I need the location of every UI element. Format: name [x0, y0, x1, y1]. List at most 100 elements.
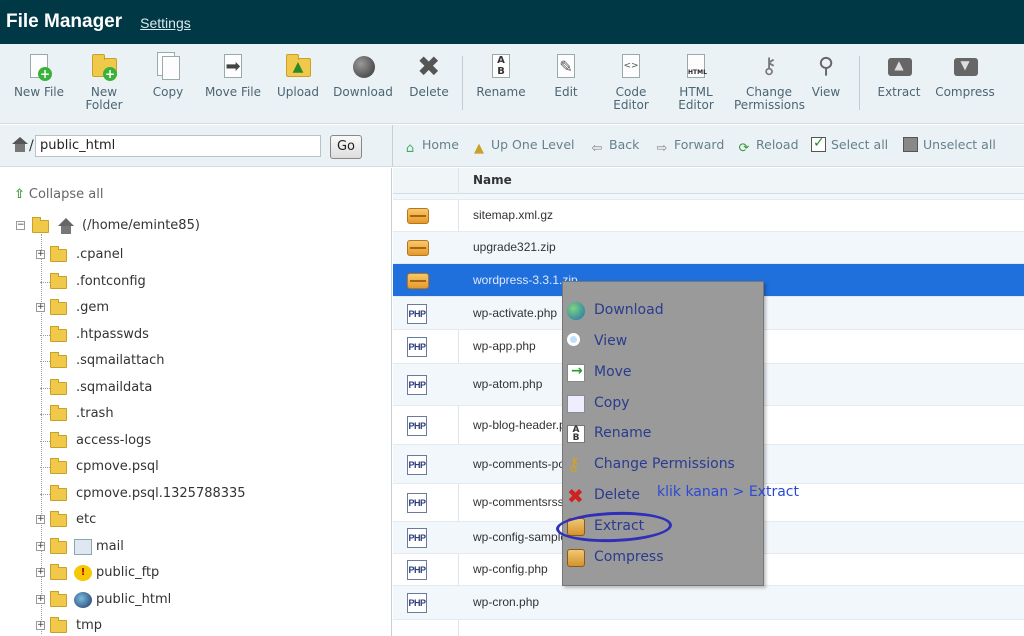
php-file-icon: PHP	[407, 375, 427, 395]
settings-link[interactable]: Settings	[140, 15, 191, 31]
context-menu-rename[interactable]: A B Rename	[567, 423, 761, 445]
path-input[interactable]: public_html	[35, 135, 321, 157]
home-icon[interactable]	[12, 137, 28, 152]
tree-item[interactable]: access-logs	[36, 432, 336, 450]
rename-button[interactable]: AB Rename	[466, 52, 536, 99]
name-column-header[interactable]: Name	[473, 173, 512, 187]
context-menu-download[interactable]: Download	[567, 300, 761, 322]
html-editor-icon: HTML	[681, 52, 711, 82]
tree-item[interactable]: + mail	[36, 538, 336, 556]
home-nav-button[interactable]: ⌂ Home	[402, 137, 459, 157]
expand-toggle-icon[interactable]: +	[36, 542, 45, 551]
tree-item[interactable]: + public_html	[36, 591, 336, 609]
compress-button[interactable]: ▼ Compress	[930, 52, 1000, 99]
file-name: upgrade321.zip	[473, 240, 556, 254]
tree-item-label: public_html	[96, 592, 172, 607]
php-file-icon: PHP	[407, 593, 427, 613]
upload-button[interactable]: ▲ Upload	[263, 52, 333, 99]
html-editor-button[interactable]: HTML HTML Editor	[661, 52, 731, 112]
context-menu-view[interactable]: View	[567, 331, 761, 353]
expand-toggle-icon[interactable]: +	[36, 515, 45, 524]
expand-toggle-icon[interactable]: +	[36, 250, 45, 259]
tree-item-label: .fontconfig	[76, 274, 146, 289]
folder-icon	[50, 405, 67, 421]
reload-button[interactable]: ⟳ Reload	[736, 137, 799, 157]
new-folder-icon: +	[89, 52, 119, 82]
copy-button[interactable]: Copy	[133, 52, 203, 99]
download-button[interactable]: Download	[328, 52, 398, 99]
edit-icon: ✎	[551, 52, 581, 82]
extract-button[interactable]: ▲ Extract	[864, 52, 934, 99]
tree-item[interactable]: .trash	[36, 405, 336, 423]
delete-icon: ✖	[417, 50, 441, 83]
back-arrow-icon: ⇦	[591, 141, 603, 156]
view-button[interactable]: ⚲ View	[791, 52, 861, 99]
tree-item[interactable]: .htpasswds	[36, 326, 336, 344]
tree-item[interactable]: + etc	[36, 511, 336, 529]
code-editor-button[interactable]: <> Code Editor	[596, 52, 666, 112]
tree-item[interactable]: + tmp	[36, 617, 336, 635]
forward-button[interactable]: ⇨ Forward	[654, 137, 725, 157]
context-menu-copy[interactable]: Copy	[567, 393, 761, 415]
unselect-all-button[interactable]: Unselect all	[903, 137, 996, 152]
tree-item[interactable]: + .gem	[36, 299, 336, 317]
context-menu-compress[interactable]: Compress	[567, 547, 761, 569]
path-bar: / public_html Go	[0, 125, 392, 167]
edit-button[interactable]: ✎ Edit	[531, 52, 601, 99]
download-icon	[348, 52, 378, 82]
archive-icon	[407, 240, 429, 256]
new-folder-button[interactable]: + New Folder	[69, 52, 139, 112]
up-folder-icon: ▲	[474, 141, 484, 156]
collapse-toggle-icon[interactable]: −	[16, 221, 25, 230]
open-folder-icon	[32, 217, 49, 233]
delete-x-icon: ✖	[567, 484, 584, 508]
delete-button[interactable]: ✖ Delete	[394, 52, 464, 99]
folder-icon	[50, 379, 67, 395]
copy-icon	[567, 395, 585, 413]
tree-item[interactable]: .sqmailattach	[36, 352, 336, 370]
folder-icon	[50, 432, 67, 448]
table-row[interactable]: sitemap.xml.gz	[393, 200, 1024, 232]
expand-toggle-icon[interactable]: +	[36, 621, 45, 630]
select-all-button[interactable]: Select all	[811, 135, 888, 152]
tree-item[interactable]: +! public_ftp	[36, 564, 336, 582]
go-button[interactable]: Go	[330, 135, 362, 159]
file-name: wp-activate.php	[473, 306, 558, 320]
table-row[interactable]: upgrade321.zip	[393, 232, 1024, 264]
move-file-button[interactable]: ➡ Move File	[198, 52, 268, 99]
tree-item[interactable]: .sqmaildata	[36, 379, 336, 397]
collapse-all-button[interactable]: ⇧ Collapse all	[14, 187, 103, 202]
expand-toggle-icon[interactable]: +	[36, 595, 45, 604]
ftp-icon: !	[74, 565, 92, 581]
tree-root[interactable]: − (/home/eminte85)	[16, 217, 316, 235]
archive-icon	[407, 208, 429, 224]
folder-icon	[50, 591, 67, 607]
expand-toggle-icon[interactable]: +	[36, 568, 45, 577]
folder-icon	[50, 538, 67, 554]
tree-item[interactable]: .fontconfig	[36, 273, 336, 291]
new-file-button[interactable]: + New File	[4, 52, 74, 99]
context-menu-change-permissions[interactable]: ⚷ Change Permissions	[567, 454, 761, 476]
compress-archive-icon	[567, 549, 585, 567]
copy-icon	[153, 52, 183, 82]
context-menu-move[interactable]: Move	[567, 362, 761, 384]
annotation-text: klik kanan > Extract	[657, 484, 799, 500]
tree-item-label: .cpanel	[76, 247, 124, 262]
rename-icon: AB	[567, 425, 585, 443]
extract-icon: ▲	[884, 52, 914, 82]
reload-icon: ⟳	[738, 141, 750, 156]
table-row[interactable]: PHP wp-cron.php	[393, 586, 1024, 620]
app-title: File Manager	[6, 11, 123, 32]
tree-item[interactable]: + .cpanel	[36, 246, 336, 264]
up-one-level-button[interactable]: ▲ Up One Level	[471, 137, 574, 157]
tree-item-label: etc	[76, 512, 97, 527]
home-icon: ⌂	[405, 141, 415, 156]
expand-toggle-icon[interactable]: +	[36, 303, 45, 312]
home-icon	[56, 218, 76, 234]
back-button[interactable]: ⇦ Back	[589, 137, 640, 157]
tree-item[interactable]: cpmove.psql.1325788335	[36, 485, 336, 503]
magnifier-icon: ⚲	[817, 54, 835, 79]
tree-item[interactable]: cpmove.psql	[36, 458, 336, 476]
magnifier-icon	[567, 333, 580, 346]
compress-icon: ▼	[950, 52, 980, 82]
